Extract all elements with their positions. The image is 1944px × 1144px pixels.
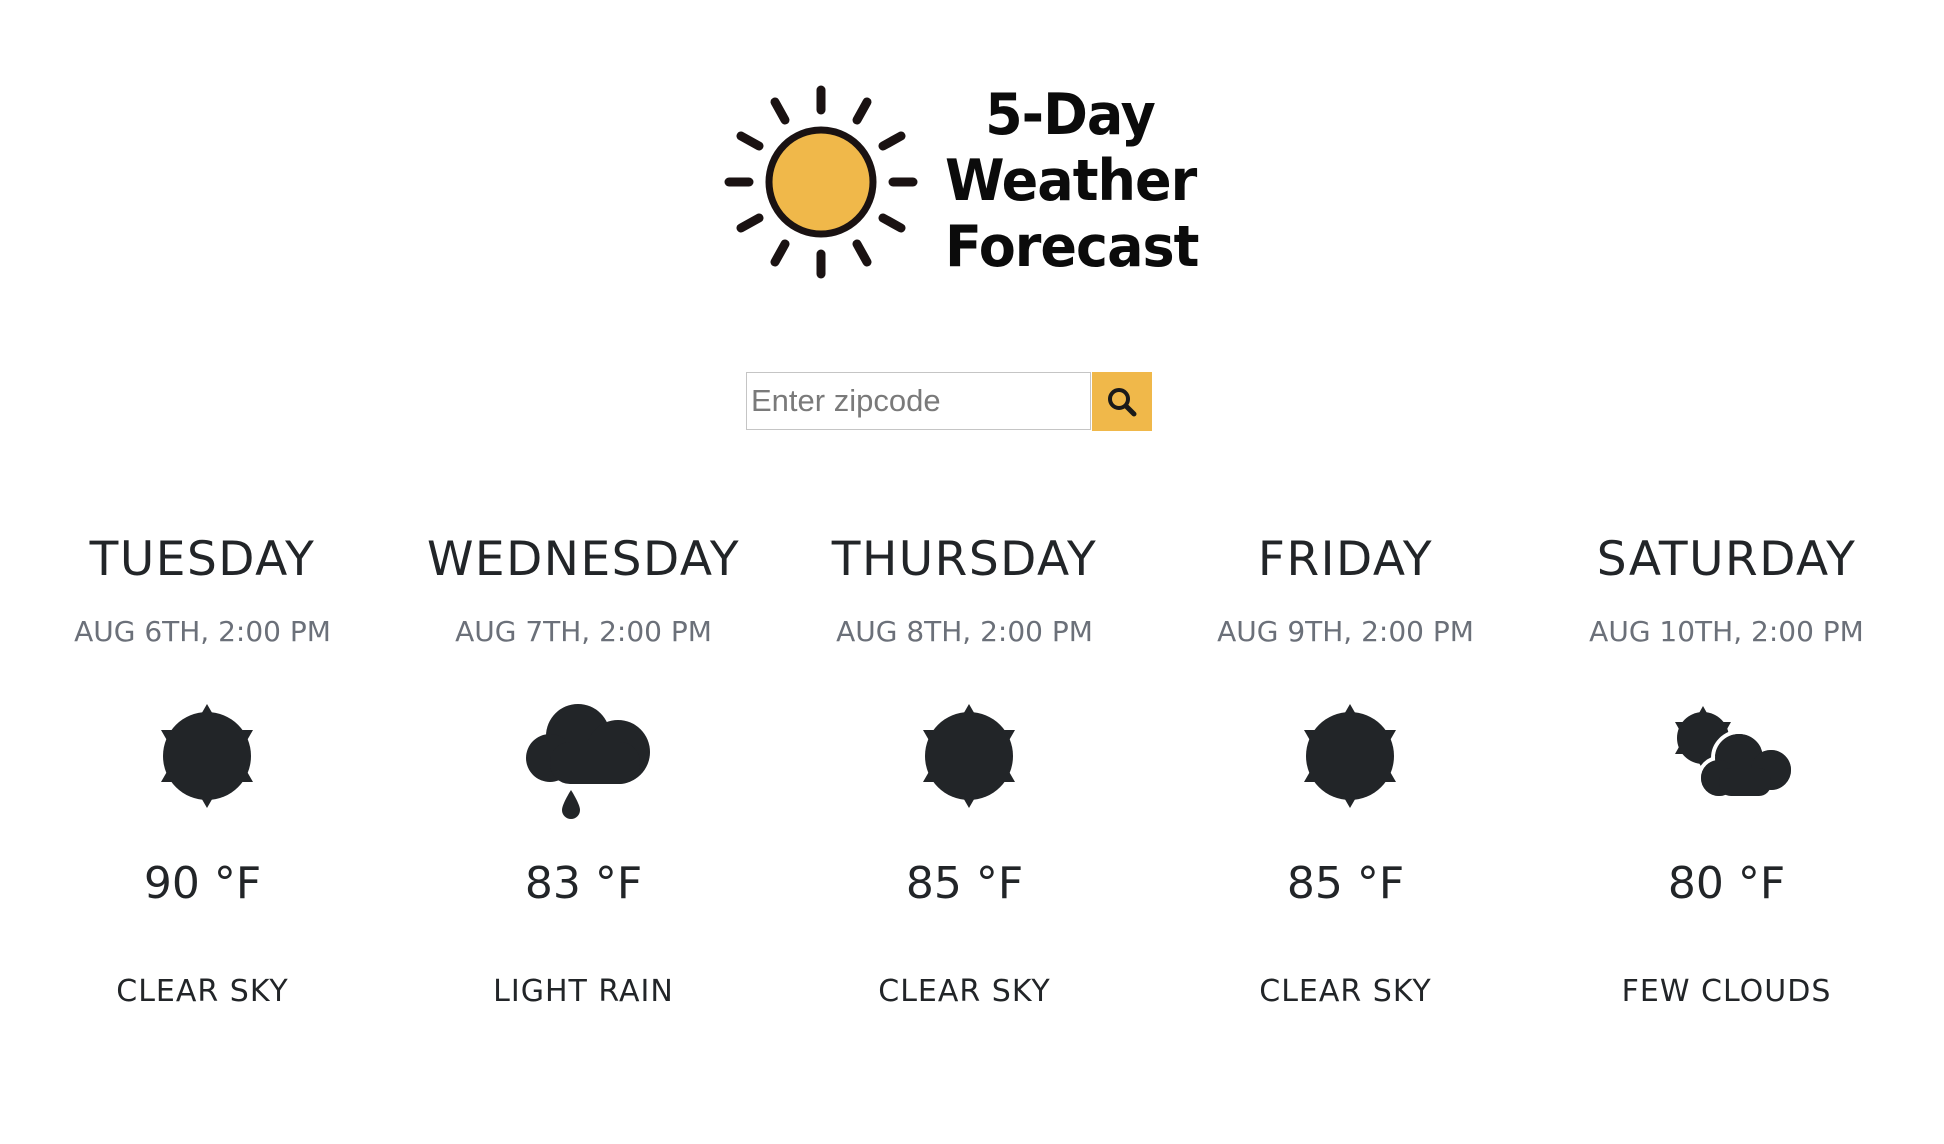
day-name: FRIDAY <box>1257 532 1434 587</box>
zipcode-search <box>746 372 1154 432</box>
logo-line-3: Forecast <box>945 213 1199 280</box>
day-date: AUG 10TH, 2:00 PM <box>1589 615 1864 648</box>
forecast-day-card: TUESDAY AUG 6TH, 2:00 PM 90 °F CLEAR SKY <box>12 520 393 1040</box>
zipcode-input[interactable] <box>746 372 1091 430</box>
forecast-list: TUESDAY AUG 6TH, 2:00 PM 90 °F CLEAR SKY… <box>12 520 1917 1040</box>
header: 5-Day Weather Forecast <box>0 0 1944 300</box>
day-temperature: 85 °F <box>905 858 1024 909</box>
day-name: WEDNESDAY <box>426 532 741 587</box>
day-description: CLEAR SKY <box>1259 974 1432 1009</box>
day-date: AUG 7TH, 2:00 PM <box>455 615 712 648</box>
day-name: THURSDAY <box>831 532 1098 587</box>
day-temperature: 83 °F <box>524 858 643 909</box>
clear-sky-icon <box>1280 692 1420 832</box>
search-button[interactable] <box>1092 372 1152 431</box>
site-logo: 5-Day Weather Forecast <box>715 76 1199 288</box>
forecast-day-card: SATURDAY AUG 10TH, 2:00 PM 80 °F FEW CLO… <box>1536 520 1917 1040</box>
day-description: CLEAR SKY <box>878 974 1051 1009</box>
day-description: CLEAR SKY <box>116 974 289 1009</box>
day-date: AUG 6TH, 2:00 PM <box>74 615 331 648</box>
light-rain-icon <box>518 692 658 832</box>
logo-line-1: 5-Day <box>985 81 1156 148</box>
day-temperature: 80 °F <box>1667 858 1786 909</box>
clear-sky-icon <box>137 692 277 832</box>
clear-sky-icon <box>899 692 1039 832</box>
day-temperature: 85 °F <box>1286 858 1405 909</box>
day-date: AUG 9TH, 2:00 PM <box>1217 615 1474 648</box>
forecast-day-card: FRIDAY AUG 9TH, 2:00 PM 85 °F CLEAR SKY <box>1155 520 1536 1040</box>
day-date: AUG 8TH, 2:00 PM <box>836 615 1093 648</box>
day-description: LIGHT RAIN <box>493 974 674 1009</box>
logo-title: 5-Day Weather Forecast <box>945 81 1199 280</box>
few-clouds-icon <box>1661 692 1801 832</box>
logo-line-2: Weather <box>945 147 1197 214</box>
day-description: FEW CLOUDS <box>1621 974 1832 1009</box>
day-temperature: 90 °F <box>143 858 262 909</box>
forecast-day-card: THURSDAY AUG 8TH, 2:00 PM 85 °F CLEAR SK… <box>774 520 1155 1040</box>
sun-icon <box>724 85 918 279</box>
day-name: TUESDAY <box>89 532 316 587</box>
day-name: SATURDAY <box>1596 532 1857 587</box>
forecast-day-card: WEDNESDAY AUG 7TH, 2:00 PM 83 °F LIGHT R… <box>393 520 774 1040</box>
search-icon <box>1108 388 1137 417</box>
